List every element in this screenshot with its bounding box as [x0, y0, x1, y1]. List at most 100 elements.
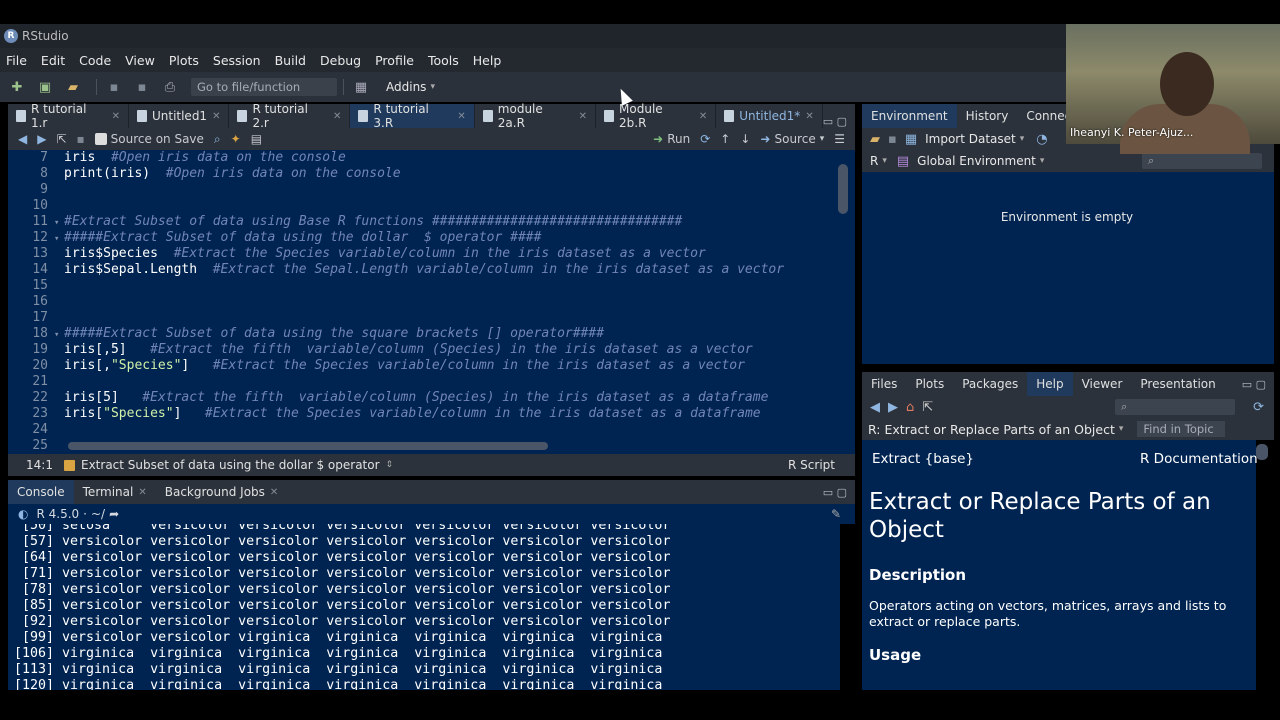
tab-packages[interactable]: Packages — [953, 372, 1027, 396]
tab-environment[interactable]: Environment — [862, 104, 957, 128]
tab-plots[interactable]: Plots — [906, 372, 953, 396]
go-down-arrow-icon[interactable]: ↓ — [740, 132, 750, 146]
language-selector[interactable]: R — [870, 154, 878, 168]
menu-file[interactable]: File — [6, 53, 27, 68]
tab-presentation[interactable]: Presentation — [1131, 372, 1224, 396]
tab-help[interactable]: Help — [1027, 372, 1073, 396]
close-icon[interactable]: ✕ — [579, 111, 587, 122]
tab-history[interactable]: History — [957, 104, 1018, 128]
console-output[interactable]: [50] setosa versicolor versicolor versic… — [8, 524, 840, 690]
minimize-maximize-icon[interactable]: ▭ ▢ — [1242, 378, 1266, 391]
tab-files[interactable]: Files — [862, 372, 906, 396]
clear-console-icon[interactable]: ✎ — [831, 507, 841, 521]
tab-r-tutorial-2[interactable]: R tutorial 2.r ✕ — [229, 102, 351, 130]
code-tools-wand-icon[interactable]: ✦ — [231, 132, 241, 146]
chevron-down-icon[interactable]: ▾ — [882, 156, 887, 166]
save-icon[interactable]: ▪ — [103, 78, 125, 96]
save-icon[interactable]: ▪ — [77, 132, 85, 146]
go-to-directory-icon[interactable]: ➦ — [109, 507, 119, 521]
menu-build[interactable]: Build — [275, 53, 306, 68]
menu-code[interactable]: Code — [79, 53, 111, 68]
load-workspace-icon[interactable]: ▰ — [870, 132, 880, 147]
tab-module-2b[interactable]: Module 2b.R ✕ — [596, 102, 717, 130]
new-file-icon[interactable]: ✚ — [6, 78, 28, 96]
tab-r-tutorial-1[interactable]: R tutorial 1.r ✕ — [8, 102, 129, 130]
outline-icon[interactable]: ☰ — [834, 132, 845, 146]
chevron-down-icon[interactable]: ▾ — [1020, 134, 1025, 144]
close-icon[interactable]: ✕ — [805, 111, 813, 122]
new-project-icon[interactable]: ▣ — [34, 78, 56, 96]
find-in-topic-input[interactable]: Find in Topic — [1137, 421, 1226, 437]
menu-profile[interactable]: Profile — [375, 53, 414, 68]
home-icon[interactable]: ⌂ — [906, 400, 914, 415]
editor-vertical-scrollbar[interactable] — [838, 164, 848, 214]
close-icon[interactable]: ✕ — [699, 111, 707, 122]
tab-untitled1-modified[interactable]: Untitled1* ✕ — [716, 104, 823, 128]
close-icon[interactable]: ✕ — [138, 487, 146, 498]
menu-plots[interactable]: Plots — [169, 53, 199, 68]
help-search-input[interactable]: ⌕ — [1115, 399, 1236, 415]
window-title: RStudio — [22, 29, 69, 43]
forward-arrow-icon[interactable]: ▶ — [37, 132, 46, 146]
fold-marker[interactable]: ▾ — [54, 231, 64, 247]
checkbox-icon[interactable] — [94, 133, 107, 145]
tab-module-2a[interactable]: module 2a.R ✕ — [475, 102, 597, 130]
file-type-selector[interactable]: R Script — [788, 458, 855, 472]
chevron-down-icon[interactable]: ▾ — [1119, 424, 1124, 434]
back-arrow-icon[interactable]: ◀ — [870, 400, 880, 415]
editor-horizontal-scrollbar[interactable] — [68, 442, 548, 450]
help-scrollbar[interactable] — [1256, 444, 1268, 460]
help-topic-selector[interactable]: R: Extract or Replace Parts of an Object — [868, 422, 1115, 437]
minimize-maximize-icon[interactable]: ▭ ▢ — [823, 486, 847, 499]
compile-report-icon[interactable]: ▤ — [251, 132, 262, 146]
tab-viewer[interactable]: Viewer — [1073, 372, 1132, 396]
memory-usage-icon[interactable]: ◔ — [1036, 132, 1047, 147]
go-up-arrow-icon[interactable]: ↑ — [720, 132, 730, 146]
close-icon[interactable]: ✕ — [270, 487, 278, 498]
import-dataset-button[interactable]: Import Dataset — [925, 132, 1016, 146]
close-icon[interactable]: ✕ — [212, 111, 220, 122]
save-workspace-icon[interactable]: ▪ — [888, 132, 897, 147]
code-editor[interactable]: 7 iris #Open iris data on the console 8 pr… — [8, 150, 855, 454]
menu-debug[interactable]: Debug — [320, 53, 361, 68]
close-icon[interactable]: ✕ — [457, 111, 465, 122]
goto-file-function-input[interactable]: Go to file/function — [191, 78, 337, 96]
close-icon[interactable]: ✕ — [333, 111, 341, 122]
refresh-icon[interactable]: ⟳ — [1253, 400, 1264, 415]
chevron-updown-icon[interactable]: ⇕ — [386, 460, 394, 470]
section-navigator[interactable]: Extract Subset of data using the dollar … — [64, 458, 788, 472]
rerun-icon[interactable]: ⟳ — [700, 132, 710, 146]
tab-console[interactable]: Console — [8, 480, 74, 504]
tab-untitled1[interactable]: Untitled1 ✕ — [129, 104, 230, 128]
chevron-down-icon[interactable]: ▾ — [430, 82, 435, 92]
source-on-save-checkbox[interactable]: Source on Save — [94, 132, 204, 146]
show-in-window-icon[interactable]: ⇱ — [56, 132, 66, 146]
tab-r-tutorial-3[interactable]: R tutorial 3.R ✕ — [350, 102, 475, 130]
source-button[interactable]: ➜ Source ▾ — [760, 132, 824, 146]
close-icon[interactable]: ✕ — [112, 111, 120, 122]
save-all-icon[interactable]: ▪ — [131, 78, 153, 96]
tab-terminal[interactable]: Terminal ✕ — [74, 480, 156, 504]
menu-edit[interactable]: Edit — [41, 53, 65, 68]
menu-view[interactable]: View — [125, 53, 155, 68]
environment-search-input[interactable]: ⌕ — [1142, 153, 1262, 169]
fold-marker[interactable]: ▾ — [54, 327, 64, 343]
environment-scope-selector[interactable]: Global Environment — [917, 154, 1036, 168]
forward-arrow-icon[interactable]: ▶ — [888, 400, 898, 415]
print-icon[interactable]: ⎙ — [159, 78, 181, 96]
back-arrow-icon[interactable]: ◀ — [18, 132, 27, 146]
show-in-window-icon[interactable]: ⇱ — [922, 400, 933, 415]
minimize-maximize-icon[interactable]: ▭ ▢ — [823, 115, 847, 128]
addins-menu[interactable]: Addins — [386, 80, 426, 94]
grid-layout-icon[interactable]: ▦ — [350, 78, 372, 96]
fold-marker[interactable]: ▾ — [54, 215, 64, 231]
chevron-down-icon[interactable]: ▾ — [1040, 156, 1045, 166]
chevron-down-icon[interactable]: ▾ — [820, 134, 825, 144]
tab-background-jobs[interactable]: Background Jobs ✕ — [156, 480, 288, 504]
run-button[interactable]: ➜ Run — [653, 132, 690, 146]
search-icon[interactable]: ⌕ — [214, 132, 221, 147]
menu-help[interactable]: Help — [473, 53, 502, 68]
menu-session[interactable]: Session — [213, 53, 261, 68]
menu-tools[interactable]: Tools — [428, 53, 459, 68]
open-file-icon[interactable]: ▰ — [62, 78, 84, 96]
